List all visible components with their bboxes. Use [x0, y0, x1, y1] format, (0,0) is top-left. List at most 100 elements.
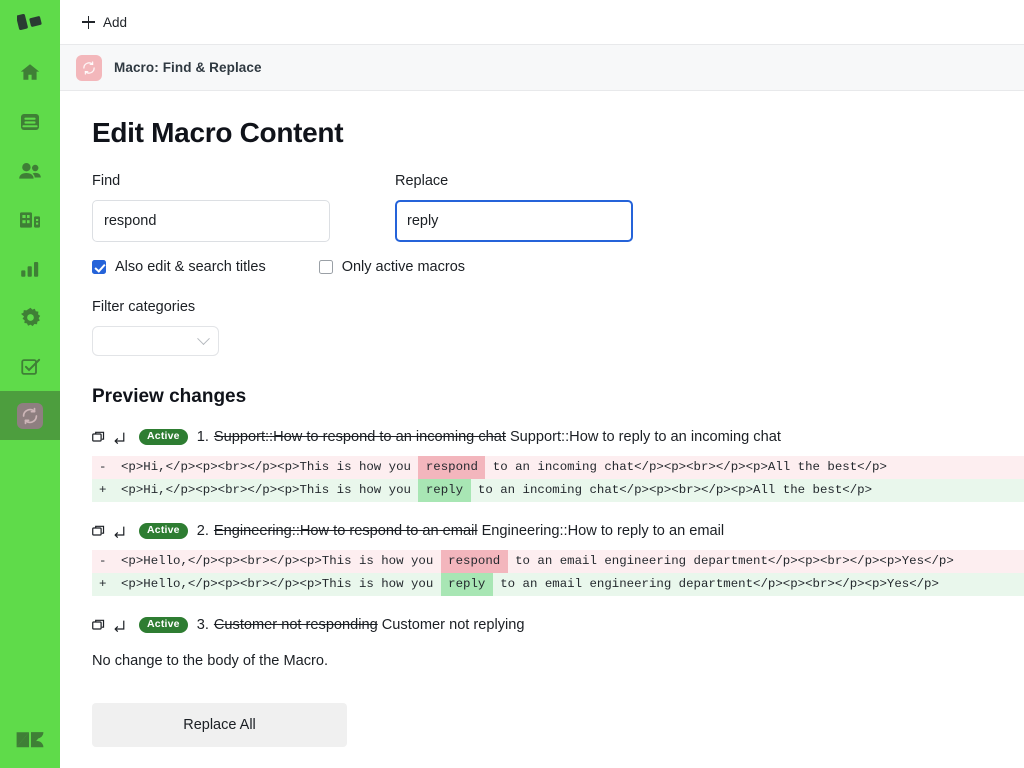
- sidebar-item-settings[interactable]: [0, 293, 60, 342]
- status-badge: Active: [139, 617, 188, 633]
- diff-minus-sign: -: [99, 456, 121, 479]
- app-header-bar: Macro: Find & Replace: [60, 45, 1024, 91]
- checkbox-task-icon: [19, 356, 42, 378]
- macro-refresh-icon: [17, 403, 43, 429]
- find-replace-fields: Find Replace: [92, 173, 1024, 242]
- return-arrow-icon[interactable]: [113, 619, 126, 632]
- preview-item-diff: -<p>Hi,</p><p><br></p><p>This is how you…: [92, 456, 1024, 502]
- diff-text-after: to an incoming chat</p><p><br></p><p>All…: [471, 479, 873, 502]
- checkbox-also-edit-search-titles-label: Also edit & search titles: [115, 259, 266, 275]
- diff-highlight-added: reply: [418, 479, 470, 502]
- preview-item-old-title: Engineering::How to respond to an email: [214, 523, 478, 539]
- zendesk-products-logo[interactable]: [0, 0, 60, 48]
- macro-refresh-icon: [76, 55, 102, 81]
- preview-item-old-title: Support::How to respond to an incoming c…: [214, 429, 506, 445]
- diff-line-added: +<p>Hello,</p><p><br></p><p>This is how …: [92, 573, 1024, 596]
- replace-field-group: Replace: [395, 173, 633, 242]
- sidebar-item-database[interactable]: [0, 97, 60, 146]
- chevron-down-icon: [197, 332, 210, 345]
- page-content: Edit Macro Content Find Replace Also edi…: [60, 91, 1024, 747]
- duplicate-icon[interactable]: [92, 525, 105, 538]
- find-input[interactable]: [92, 200, 330, 242]
- checkbox-also-edit-search-titles[interactable]: Also edit & search titles: [92, 259, 266, 275]
- home-icon: [18, 61, 42, 85]
- diff-line-removed: -<p>Hi,</p><p><br></p><p>This is how you…: [92, 456, 1024, 479]
- status-badge: Active: [139, 523, 188, 539]
- preview-item-old-title: Customer not responding: [214, 617, 378, 633]
- zendesk-logo-icon: [15, 726, 45, 754]
- preview-item: Active 3. Customer not responding Custom…: [92, 617, 1024, 669]
- building-icon: [18, 210, 42, 230]
- preview-item-diff: -<p>Hello,</p><p><br></p><p>This is how …: [92, 550, 1024, 596]
- main-area: Add Macro: Find & Replace Edit Macro Con…: [60, 0, 1024, 768]
- options-row: Also edit & search titles Only active ma…: [92, 259, 1024, 275]
- left-sidebar: [0, 0, 60, 768]
- diff-text-before: <p>Hello,</p><p><br></p><p>This is how y…: [121, 550, 441, 573]
- diff-highlight-removed: respond: [418, 456, 485, 479]
- diff-highlight-added: reply: [441, 573, 493, 596]
- preview-item-new-title: Customer not replying: [382, 617, 525, 633]
- preview-item-new-title: Engineering::How to reply to an email: [482, 523, 725, 539]
- preview-item-index: 1.: [197, 429, 209, 445]
- preview-item-header: Active 2. Engineering::How to respond to…: [92, 523, 1024, 539]
- macro-refresh-glyph: [80, 59, 98, 77]
- sidebar-item-macro-find-replace[interactable]: [0, 391, 60, 440]
- checkbox-only-active-macros-box[interactable]: [319, 260, 333, 274]
- page-title: Edit Macro Content: [92, 117, 1024, 149]
- duplicate-icon[interactable]: [92, 619, 105, 632]
- preview-item-header: Active 1. Support::How to respond to an …: [92, 429, 1024, 445]
- add-button-label: Add: [103, 15, 127, 30]
- preview-item-index: 2.: [197, 523, 209, 539]
- diff-minus-sign: -: [99, 550, 121, 573]
- gear-icon: [19, 306, 42, 329]
- sidebar-item-organizations[interactable]: [0, 195, 60, 244]
- sidebar-item-tasks[interactable]: [0, 342, 60, 391]
- preview-item: Active 1. Support::How to respond to an …: [92, 429, 1024, 502]
- add-button[interactable]: Add: [76, 11, 133, 34]
- diff-highlight-removed: respond: [441, 550, 508, 573]
- diff-text-after: to an email engineering department</p><p…: [493, 573, 939, 596]
- diff-text-after: to an email engineering department</p><p…: [508, 550, 954, 573]
- duplicate-icon[interactable]: [92, 431, 105, 444]
- replace-label: Replace: [395, 173, 633, 189]
- filter-categories-group: Filter categories: [92, 299, 1024, 356]
- replace-input[interactable]: [395, 200, 633, 242]
- zendesk-logo[interactable]: [0, 718, 60, 762]
- status-badge: Active: [139, 429, 188, 445]
- sidebar-item-reporting[interactable]: [0, 244, 60, 293]
- checkbox-also-edit-search-titles-box[interactable]: [92, 260, 106, 274]
- find-field-group: Find: [92, 173, 330, 242]
- people-icon: [18, 161, 42, 181]
- return-arrow-icon[interactable]: [113, 525, 126, 538]
- filter-categories-label: Filter categories: [92, 299, 1024, 315]
- diff-text-before: <p>Hi,</p><p><br></p><p>This is how you: [121, 456, 418, 479]
- return-arrow-icon[interactable]: [113, 431, 126, 444]
- diff-plus-sign: +: [99, 573, 121, 596]
- app-title: Macro: Find & Replace: [114, 60, 262, 75]
- checkbox-only-active-macros[interactable]: Only active macros: [319, 259, 465, 275]
- checkbox-only-active-macros-label: Only active macros: [342, 259, 465, 275]
- diff-text-before: <p>Hello,</p><p><br></p><p>This is how y…: [121, 573, 441, 596]
- diff-plus-sign: +: [99, 479, 121, 502]
- find-label: Find: [92, 173, 330, 189]
- preview-item-new-title: Support::How to reply to an incoming cha…: [510, 429, 781, 445]
- top-bar: Add: [60, 0, 1024, 45]
- diff-line-added: +<p>Hi,</p><p><br></p><p>This is how you…: [92, 479, 1024, 502]
- sidebar-item-home[interactable]: [0, 48, 60, 97]
- diff-text-before: <p>Hi,</p><p><br></p><p>This is how you: [121, 479, 418, 502]
- preview-item-header: Active 3. Customer not responding Custom…: [92, 617, 1024, 633]
- preview-item-no-change-text: No change to the body of the Macro.: [92, 653, 1024, 669]
- sidebar-item-people[interactable]: [0, 146, 60, 195]
- database-icon: [19, 111, 41, 133]
- app-root: Add Macro: Find & Replace Edit Macro Con…: [0, 0, 1024, 768]
- preview-item: Active 2. Engineering::How to respond to…: [92, 523, 1024, 596]
- filter-categories-select[interactable]: [92, 326, 219, 356]
- replace-all-button[interactable]: Replace All: [92, 703, 347, 747]
- products-grid-icon: [17, 13, 43, 35]
- diff-text-after: to an incoming chat</p><p><br></p><p>All…: [485, 456, 887, 479]
- diff-line-removed: -<p>Hello,</p><p><br></p><p>This is how …: [92, 550, 1024, 573]
- bar-chart-icon: [19, 259, 41, 279]
- preview-changes-title: Preview changes: [92, 386, 1024, 408]
- preview-item-index: 3.: [197, 617, 209, 633]
- plus-icon: [82, 16, 95, 29]
